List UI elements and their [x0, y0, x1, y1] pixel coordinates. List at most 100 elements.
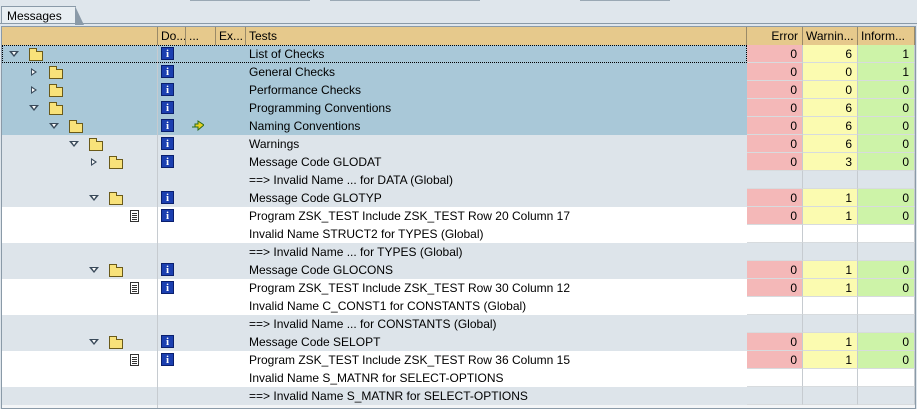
row-text: General Checks — [249, 65, 336, 79]
navigate-arrow-icon[interactable] — [191, 120, 204, 131]
column-header-do[interactable]: Do... — [158, 27, 186, 45]
information-count: 0 — [858, 333, 915, 351]
row-body: ==> Invalid Name ... for TYPES (Global) — [2, 243, 747, 261]
tree-row[interactable]: i Message Code GLOCONS 0 1 0 — [2, 261, 915, 279]
information-icon[interactable]: i — [161, 155, 174, 168]
warning-count: 1 — [803, 207, 858, 225]
column-divider — [157, 45, 158, 408]
tree-row[interactable]: i Warnings 0 6 0 — [2, 135, 915, 153]
row-text: ==> Invalid Name ... for TYPES (Global) — [249, 245, 463, 259]
information-icon[interactable]: i — [161, 47, 174, 60]
information-count: 0 — [858, 135, 915, 153]
row-text: Program ZSK_TEST Include ZSK_TEST Row 30… — [249, 281, 571, 295]
folder-icon — [49, 102, 63, 115]
document-icon — [130, 210, 139, 222]
error-count: 0 — [747, 135, 803, 153]
tree-row[interactable]: i Message Code GLOTYP 0 1 0 — [2, 189, 915, 207]
collapse-node-icon[interactable] — [89, 267, 99, 273]
warning-count: 1 — [803, 333, 858, 351]
information-icon[interactable]: i — [161, 209, 174, 222]
tree-row[interactable]: i List of Checks 0 6 1 — [2, 45, 915, 63]
column-header-ex[interactable]: Ex... — [216, 27, 246, 45]
row-body: i Message Code SELOPT — [2, 333, 747, 351]
tree-row[interactable]: i Programming Conventions 0 6 0 — [2, 99, 915, 117]
information-count: 0 — [858, 99, 915, 117]
row-text: Invalid Name C_CONST1 for CONSTANTS (Glo… — [249, 299, 527, 313]
column-header-tests[interactable]: Tests — [246, 27, 747, 45]
top-divider — [190, 0, 310, 1]
tree-row[interactable]: i Program ZSK_TEST Include ZSK_TEST Row 3… — [2, 351, 915, 369]
information-icon[interactable]: i — [161, 263, 174, 276]
warning-count: 3 — [803, 153, 858, 171]
row-text: Message Code GLODAT — [249, 155, 382, 169]
row-body: Invalid Name STRUCT2 for TYPES (Global) — [2, 225, 747, 243]
warning-count: 6 — [803, 99, 858, 117]
collapse-node-icon[interactable] — [49, 123, 59, 129]
row-text: Invalid Name STRUCT2 for TYPES (Global) — [249, 227, 484, 241]
column-header-information[interactable]: Inform... — [858, 27, 915, 45]
folder-icon — [109, 264, 123, 277]
information-icon[interactable]: i — [161, 119, 174, 132]
document-icon — [130, 354, 139, 366]
tree-row[interactable]: i Performance Checks 0 0 0 — [2, 81, 915, 99]
expand-node-icon[interactable] — [91, 158, 97, 166]
error-count: 0 — [747, 189, 803, 207]
top-divider — [330, 0, 480, 1]
row-text: Message Code GLOTYP — [249, 191, 382, 205]
tab-messages[interactable]: Messages — [1, 6, 84, 25]
collapse-node-icon[interactable] — [9, 51, 19, 57]
information-icon[interactable]: i — [161, 281, 174, 294]
tree-row[interactable]: i General Checks 0 0 1 — [2, 63, 915, 81]
expand-node-icon[interactable] — [31, 68, 37, 76]
column-header-dots[interactable]: ... — [186, 27, 216, 45]
row-text: List of Checks — [249, 47, 325, 61]
information-count: 0 — [858, 189, 915, 207]
information-icon[interactable]: i — [161, 353, 174, 366]
row-text: Program ZSK_TEST Include ZSK_TEST Row 36… — [249, 353, 571, 367]
information-count: 0 — [858, 207, 915, 225]
information-count: 0 — [858, 81, 915, 99]
information-icon[interactable]: i — [161, 101, 174, 114]
error-count — [747, 243, 803, 261]
tree-row[interactable]: ==> Invalid Name S_MATNR for SELECT-OPTI… — [2, 387, 915, 405]
column-header-error[interactable]: Error — [747, 27, 803, 45]
collapse-node-icon[interactable] — [29, 105, 39, 111]
information-icon[interactable]: i — [161, 65, 174, 78]
column-header-tree[interactable] — [2, 27, 158, 45]
information-icon[interactable]: i — [161, 137, 174, 150]
tree-row[interactable]: ==> Invalid Name ... for CONSTANTS (Glob… — [2, 315, 915, 333]
tree-row[interactable]: Invalid Name STRUCT2 for TYPES (Global) — [2, 225, 915, 243]
error-count: 0 — [747, 261, 803, 279]
collapse-node-icon[interactable] — [69, 141, 79, 147]
error-count — [747, 225, 803, 243]
information-icon[interactable]: i — [161, 335, 174, 348]
tree-row[interactable]: ==> Invalid Name ... for DATA (Global) — [2, 171, 915, 189]
row-body: Invalid Name C_CONST1 for CONSTANTS (Glo… — [2, 297, 747, 315]
tree-row[interactable]: i Naming Conventions 0 6 0 — [2, 117, 915, 135]
row-body: i Warnings — [2, 135, 747, 153]
folder-icon — [109, 336, 123, 349]
warning-count — [803, 171, 858, 189]
row-body: i List of Checks — [2, 45, 747, 63]
tree-row[interactable]: i Message Code GLODAT 0 3 0 — [2, 153, 915, 171]
error-count: 0 — [747, 117, 803, 135]
tree-row[interactable]: ==> Invalid Name ... for TYPES (Global) — [2, 243, 915, 261]
tree-row[interactable]: i Message Code SELOPT 0 1 0 — [2, 333, 915, 351]
tree-row[interactable]: i Program ZSK_TEST Include ZSK_TEST Row 3… — [2, 279, 915, 297]
row-body: ==> Invalid Name S_MATNR for SELECT-OPTI… — [2, 387, 747, 405]
column-header-warning[interactable]: Warnin... — [803, 27, 858, 45]
information-icon[interactable]: i — [161, 191, 174, 204]
row-body: i Program ZSK_TEST Include ZSK_TEST Row 2… — [2, 207, 747, 225]
information-count: 0 — [858, 279, 915, 297]
tree-row[interactable]: Invalid Name S_MATNR for SELECT-OPTIONS — [2, 369, 915, 387]
collapse-node-icon[interactable] — [89, 195, 99, 201]
collapse-node-icon[interactable] — [89, 339, 99, 345]
tree-row[interactable]: Invalid Name C_CONST1 for CONSTANTS (Glo… — [2, 297, 915, 315]
information-icon[interactable]: i — [161, 83, 174, 96]
row-body: i Performance Checks — [2, 81, 747, 99]
row-text: Program ZSK_TEST Include ZSK_TEST Row 20… — [249, 209, 571, 223]
row-body: Invalid Name S_MATNR for SELECT-OPTIONS — [2, 369, 747, 387]
expand-node-icon[interactable] — [31, 86, 37, 94]
tree-row[interactable]: i Program ZSK_TEST Include ZSK_TEST Row 2… — [2, 207, 915, 225]
row-body: i Naming Conventions — [2, 117, 747, 135]
